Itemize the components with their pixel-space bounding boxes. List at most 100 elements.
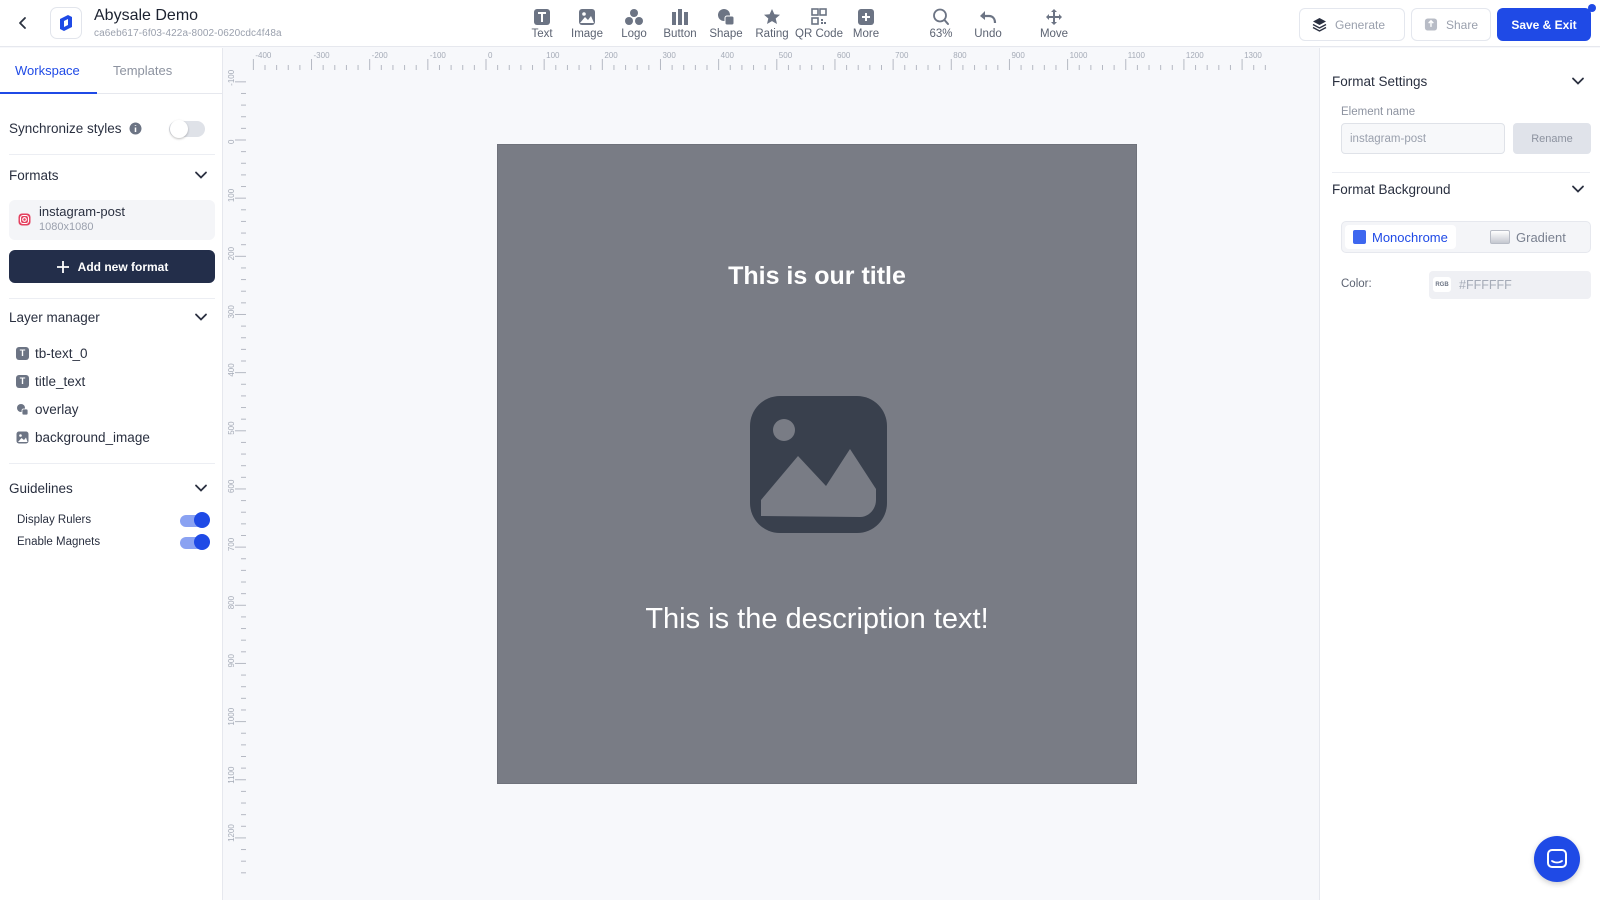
color-label: Color:	[1341, 278, 1372, 290]
ruler-label: 400	[721, 51, 735, 60]
tool-more[interactable]: More	[842, 8, 890, 40]
tab-templates[interactable]: Templates	[113, 63, 172, 78]
format-settings-heading: Format Settings	[1332, 74, 1428, 89]
layer-item[interactable]: T tb-text_0	[16, 342, 88, 364]
color-input[interactable]: RGB #FFFFFF	[1429, 271, 1591, 299]
layers-chevron-down-icon[interactable]	[194, 310, 208, 324]
tool-button-label: Button	[663, 28, 697, 40]
ruler-label: 800	[953, 51, 967, 60]
ruler-label: 600	[837, 51, 851, 60]
chat-icon	[1547, 849, 1567, 868]
guidelines-chevron-down-icon[interactable]	[194, 481, 208, 495]
add-format-button[interactable]: Add new format	[9, 250, 215, 283]
undo-button[interactable]: Undo	[964, 8, 1012, 40]
color-mode-badge[interactable]: RGB	[1433, 277, 1451, 292]
ruler-label: 1100	[1128, 51, 1146, 60]
chat-support-button[interactable]	[1534, 836, 1580, 882]
tool-logo-label: Logo	[621, 28, 647, 40]
zoom-level: 63%	[929, 28, 953, 40]
image-placeholder-icon[interactable]	[750, 396, 887, 533]
gradient-option[interactable]: Gradient	[1482, 225, 1574, 249]
tool-image[interactable]: Image	[563, 8, 611, 40]
format-background-chevron-down-icon[interactable]	[1571, 182, 1585, 196]
share-icon	[1424, 18, 1438, 31]
app-logo[interactable]	[50, 7, 82, 39]
ruler-label: 500	[227, 421, 236, 435]
tool-text[interactable]: Text	[518, 8, 566, 40]
tab-workspace[interactable]: Workspace	[15, 63, 80, 78]
gradient-label: Gradient	[1516, 229, 1566, 245]
canvas-area[interactable]: -400 -300 -200 -100 0 100 200 300 400 500 600 700 80…	[224, 48, 1318, 900]
info-icon[interactable]	[129, 122, 142, 135]
layers-icon	[1312, 18, 1327, 32]
divider	[9, 154, 215, 155]
format-item[interactable]: instagram-post 1080x1080	[9, 200, 215, 240]
zoom-control[interactable]: 63%	[917, 8, 965, 40]
sync-styles-toggle[interactable]	[169, 120, 205, 138]
element-name-input[interactable]	[1341, 123, 1505, 154]
ruler-label: -100	[227, 69, 236, 86]
ruler-label: -300	[314, 51, 331, 60]
description-text-element[interactable]: This is the description text!	[498, 603, 1136, 636]
layer-item[interactable]: T title_text	[16, 370, 85, 392]
instagram-icon	[18, 213, 31, 226]
tool-qr-code[interactable]: QR Code	[795, 8, 843, 40]
sync-styles-row: Synchronize styles	[9, 121, 142, 136]
share-button[interactable]: Share	[1411, 8, 1491, 41]
ruler-label: 900	[1011, 51, 1025, 60]
ruler-label: 300	[662, 51, 676, 60]
color-value: #FFFFFF	[1459, 278, 1512, 292]
gradient-swatch-icon	[1490, 230, 1510, 244]
tool-rating[interactable]: Rating	[748, 8, 796, 40]
tool-shape[interactable]: Shape	[702, 8, 750, 40]
undo-label: Undo	[974, 28, 1002, 40]
layer-item[interactable]: overlay	[16, 398, 79, 420]
formats-heading: Formats	[9, 168, 59, 183]
ruler-label: 0	[227, 139, 236, 144]
guidelines-heading: Guidelines	[9, 481, 73, 496]
divider	[1332, 172, 1590, 173]
layers-heading: Layer manager	[9, 310, 100, 325]
tool-shape-label: Shape	[709, 28, 743, 40]
button-icon	[672, 9, 688, 25]
shape-icon	[718, 9, 735, 26]
monochrome-option[interactable]: Monochrome	[1345, 225, 1456, 249]
ruler-label: 700	[895, 51, 909, 60]
display-rulers-label: Display Rulers	[17, 514, 92, 526]
sidebar-tabs: Workspace Templates	[0, 48, 222, 94]
generate-button[interactable]: Generate	[1299, 8, 1405, 41]
ruler-label: 500	[779, 51, 793, 60]
active-tab-indicator	[0, 92, 97, 94]
format-settings-chevron-down-icon[interactable]	[1571, 74, 1585, 88]
ruler-label: 1200	[227, 824, 236, 842]
ruler-label: 300	[227, 305, 236, 319]
layer-name: tb-text_0	[35, 345, 88, 361]
ruler-label: 200	[604, 51, 618, 60]
plus-square-icon	[858, 9, 874, 25]
back-button[interactable]	[8, 7, 38, 39]
monochrome-swatch-icon	[1353, 230, 1366, 244]
save-exit-button[interactable]: Save & Exit	[1497, 8, 1591, 41]
layer-name: background_image	[35, 429, 150, 445]
tool-qr-code-label: QR Code	[795, 28, 843, 40]
display-rulers-toggle[interactable]	[180, 512, 210, 528]
enable-magnets-toggle[interactable]	[180, 534, 210, 550]
title-text-element[interactable]: This is our title	[498, 262, 1136, 291]
tool-button[interactable]: Button	[656, 8, 704, 40]
artboard[interactable]: This is our title This is the descriptio…	[497, 144, 1137, 784]
rename-button[interactable]: Rename	[1513, 123, 1591, 154]
layer-item[interactable]: background_image	[16, 426, 150, 448]
logo-icon	[625, 9, 643, 25]
formats-chevron-down-icon[interactable]	[194, 168, 208, 182]
divider	[9, 463, 215, 464]
star-icon	[764, 9, 780, 24]
magnifier-icon	[933, 8, 949, 25]
ruler-label: -400	[255, 51, 272, 60]
enable-magnets-label: Enable Magnets	[17, 536, 101, 548]
ruler-label: 0	[488, 51, 493, 60]
tool-logo[interactable]: Logo	[610, 8, 658, 40]
vertical-ruler: -100 0 100 200 300 400 500 600 700 800 900 1000 1100…	[227, 69, 246, 874]
ruler-label: -100	[430, 51, 447, 60]
move-tool[interactable]: Move	[1030, 8, 1078, 40]
text-layer-icon: T	[16, 346, 29, 360]
